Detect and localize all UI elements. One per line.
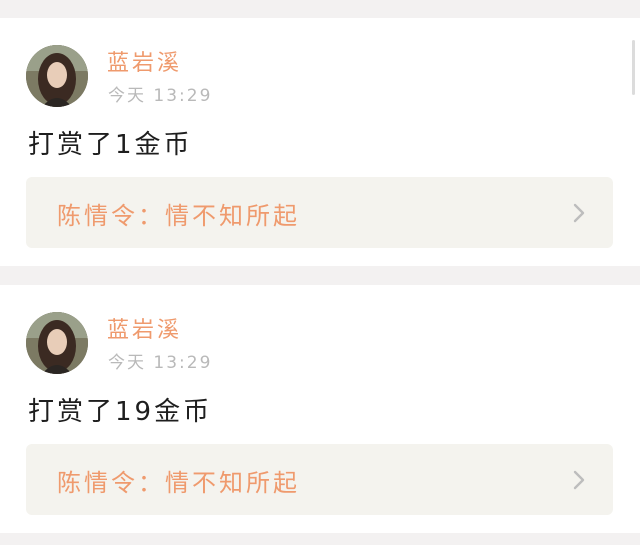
user-avatar[interactable] (26, 312, 88, 374)
chevron-right-icon (573, 203, 585, 223)
novel-link-title: 陈情令：情不知所起 (57, 469, 300, 497)
scrollbar[interactable] (632, 40, 635, 95)
user-avatar[interactable] (26, 45, 88, 107)
novel-link-title: 陈情令：情不知所起 (57, 202, 300, 230)
novel-link[interactable]: 陈情令：情不知所起 (26, 444, 613, 515)
post-time: 今天 13:29 (108, 86, 213, 106)
reward-card: 蓝岩溪 今天 13:29 打赏了1金币 陈情令：情不知所起 (0, 18, 640, 266)
username[interactable]: 蓝岩溪 (107, 312, 182, 344)
reward-message: 打赏了19金币 (28, 397, 213, 427)
novel-link[interactable]: 陈情令：情不知所起 (26, 177, 613, 248)
username[interactable]: 蓝岩溪 (107, 45, 182, 77)
post-time: 今天 13:29 (108, 353, 213, 373)
reward-feed: 蓝岩溪 今天 13:29 打赏了1金币 陈情令：情不知所起 蓝岩溪 今天 13:… (0, 0, 640, 545)
reward-message: 打赏了1金币 (28, 130, 193, 160)
chevron-right-icon (573, 470, 585, 490)
reward-card: 蓝岩溪 今天 13:29 打赏了19金币 陈情令：情不知所起 (0, 285, 640, 533)
